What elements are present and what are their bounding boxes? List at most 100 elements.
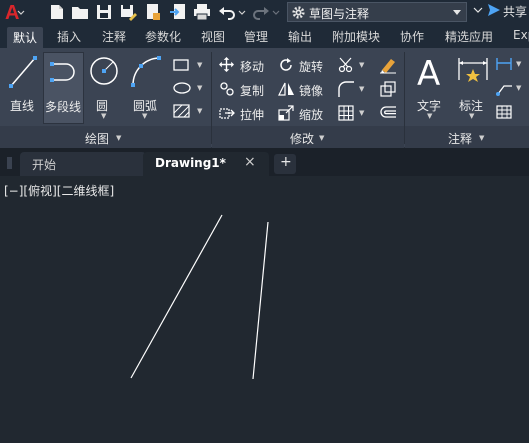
polyline-tool[interactable]: 多段线 — [43, 52, 84, 124]
ellipse-icon[interactable] — [172, 81, 192, 95]
chevron-down-icon[interactable]: ▼ — [116, 134, 121, 142]
annotation-panel-title: 注释 — [448, 132, 473, 146]
linear-dimension-icon[interactable] — [495, 56, 513, 72]
text-a-icon: A — [417, 54, 440, 90]
ribbon-tabs: 默认 插入 注释 参数化 视图 管理 输出 附加模块 协作 精选应用 Exp — [0, 24, 529, 48]
line-entity[interactable] — [252, 221, 269, 380]
chevron-down-icon[interactable]: ▼ — [197, 84, 202, 92]
rotate-icon[interactable] — [278, 57, 294, 73]
chevron-down-icon[interactable]: ▼ — [479, 134, 484, 142]
rotate-label[interactable]: 旋转 — [299, 58, 323, 75]
import-icon[interactable] — [169, 3, 187, 21]
save-as-icon[interactable] — [119, 3, 137, 21]
arc-icon — [131, 56, 161, 87]
scale-icon[interactable] — [278, 105, 294, 121]
file-tabs-bar: 开始 Drawing1* × + — [0, 148, 529, 176]
chevron-down-icon[interactable]: ▼ — [197, 107, 202, 115]
chevron-down-icon[interactable]: ▼ — [197, 61, 202, 69]
tab-annotate[interactable]: 注释 — [102, 28, 126, 48]
circle-tool[interactable]: 圆 ▼ — [85, 52, 123, 124]
stretch-icon[interactable] — [219, 105, 235, 121]
redo-icon[interactable] — [252, 3, 270, 21]
tab-manage[interactable]: 管理 — [244, 28, 268, 48]
line-tool[interactable]: 直线 — [4, 52, 42, 124]
circle-icon — [90, 57, 118, 85]
svg-text:A: A — [5, 2, 19, 24]
panel-divider — [404, 52, 405, 144]
undo-dropdown-icon[interactable] — [237, 3, 247, 21]
trim-icon[interactable] — [337, 56, 355, 74]
start-tab-label: 开始 — [32, 158, 57, 172]
drawing-area — [130, 214, 269, 380]
open-folder-icon[interactable] — [71, 3, 89, 21]
erase-icon[interactable] — [379, 56, 397, 74]
explode-icon[interactable] — [379, 80, 397, 98]
mirror-icon[interactable] — [278, 81, 295, 97]
polyline-label: 多段线 — [45, 100, 82, 114]
modify-panel-title: 修改 — [290, 132, 315, 146]
array-icon[interactable] — [337, 104, 355, 122]
move-icon[interactable] — [219, 57, 234, 72]
share-icon — [488, 4, 500, 16]
line-entity[interactable] — [130, 214, 223, 379]
stretch-label[interactable]: 拉伸 — [240, 106, 264, 123]
offset-icon[interactable] — [379, 104, 397, 122]
scale-label[interactable]: 缩放 — [299, 106, 323, 123]
publish-icon[interactable] — [144, 3, 162, 21]
leader-icon[interactable] — [495, 80, 513, 96]
copy-label[interactable]: 复制 — [240, 82, 264, 99]
save-icon[interactable] — [95, 3, 113, 21]
chevron-down-icon[interactable]: ▼ — [516, 60, 521, 68]
dimension-icon — [458, 58, 488, 82]
tab-addins[interactable]: 附加模块 — [332, 28, 380, 48]
polyline-icon — [50, 62, 75, 82]
tab-menu-icon[interactable] — [4, 155, 18, 171]
tab-featured-apps[interactable]: 精选应用 — [445, 28, 493, 48]
copy-icon[interactable] — [219, 81, 235, 97]
quick-access-toolbar: A 草图与注释 共享 — [0, 0, 529, 24]
dimension-tool[interactable]: 标注 ▼ — [453, 52, 491, 124]
panel-divider — [211, 52, 212, 144]
hatch-icon[interactable] — [172, 103, 192, 119]
workspace-selector[interactable]: 草图与注释 — [287, 2, 467, 22]
rectangle-icon[interactable] — [172, 58, 192, 72]
tab-parametric[interactable]: 参数化 — [145, 28, 181, 48]
new-file-icon[interactable] — [48, 3, 66, 21]
chevron-down-icon[interactable]: ▼ — [359, 109, 364, 117]
tab-view[interactable]: 视图 — [201, 28, 225, 48]
line-label: 直线 — [10, 99, 35, 113]
chevron-down-icon[interactable]: ▼ — [319, 134, 324, 142]
chevron-down-icon: ▼ — [469, 112, 475, 120]
tab-express[interactable]: Exp — [513, 28, 529, 48]
mirror-label[interactable]: 镜像 — [299, 82, 323, 99]
drawing-tab[interactable]: Drawing1* × — [143, 152, 269, 176]
tab-insert[interactable]: 插入 — [57, 28, 81, 48]
share-label: 共享 — [503, 5, 528, 19]
autocad-a-icon[interactable]: A — [3, 0, 25, 24]
ribbon-panel: 直线 多段线 圆 ▼ 圆弧 ▼ ▼ ▼ ▼ 绘图 ▼ 移动 旋转 ▼ 复制 镜像… — [0, 48, 529, 148]
new-tab-button[interactable]: + — [274, 154, 296, 174]
tab-output[interactable]: 输出 — [288, 28, 312, 48]
workspace-name: 草图与注释 — [309, 7, 370, 21]
table-icon[interactable] — [495, 104, 513, 120]
tab-collaborate[interactable]: 协作 — [400, 28, 424, 48]
redo-dropdown-icon[interactable] — [271, 3, 281, 21]
move-label[interactable]: 移动 — [240, 58, 264, 75]
gear-icon — [292, 6, 305, 19]
print-icon[interactable] — [193, 3, 211, 21]
chevron-down-icon[interactable]: ▼ — [516, 84, 521, 92]
fillet-icon[interactable] — [337, 80, 355, 98]
close-icon[interactable]: × — [244, 154, 256, 170]
start-tab[interactable]: 开始 — [20, 152, 146, 176]
chevron-down-icon[interactable]: ▼ — [359, 85, 364, 93]
chevron-down-icon[interactable] — [473, 5, 483, 15]
text-tool[interactable]: A 文字 ▼ — [410, 52, 450, 124]
arc-tool[interactable]: 圆弧 ▼ — [126, 52, 166, 124]
plus-icon: + — [280, 154, 292, 170]
chevron-down-icon: ▼ — [427, 112, 433, 120]
drawing-canvas[interactable]: [−][俯视][二维线框] — [0, 176, 529, 443]
chevron-down-icon: ▼ — [101, 112, 107, 120]
undo-icon[interactable] — [218, 3, 236, 21]
tab-default[interactable]: 默认 — [7, 27, 44, 48]
chevron-down-icon[interactable]: ▼ — [359, 61, 364, 69]
